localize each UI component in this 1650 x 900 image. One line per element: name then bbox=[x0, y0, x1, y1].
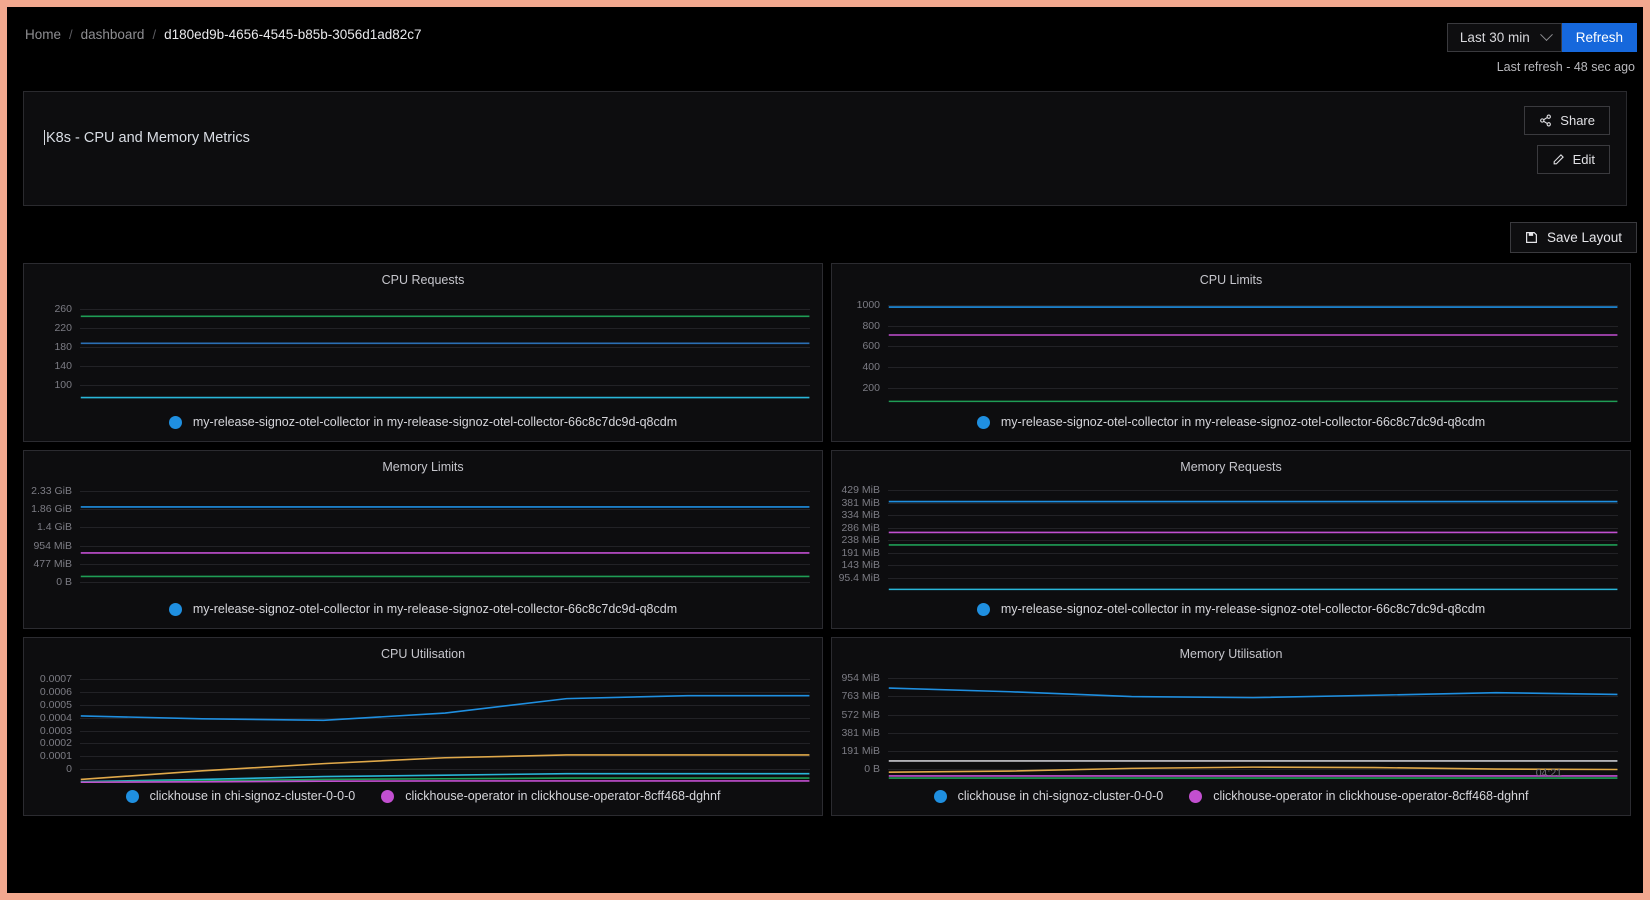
panel-memory-requests: Memory Requests 429 MiB 381 MiB 334 MiB 286 … bbox=[831, 450, 1631, 629]
plot-area[interactable]: 954 MiB 763 MiB 572 MiB 381 MiB 191 MiB 0 B 04… bbox=[832, 665, 1622, 779]
breadcrumb-dashboard-id[interactable]: d180ed9b-4656-4545-b85b-3056d1ad82c7 bbox=[164, 27, 421, 42]
dashboard-title-text: K8s - CPU and Memory Metrics bbox=[46, 130, 250, 146]
series-line bbox=[81, 696, 810, 721]
plot-area[interactable]: 429 MiB 381 MiB 334 MiB 286 MiB 238 MiB 191 M… bbox=[832, 478, 1622, 590]
breadcrumb-dashboard[interactable]: dashboard bbox=[81, 27, 145, 42]
refresh-button[interactable]: Refresh bbox=[1561, 23, 1637, 52]
share-button[interactable]: Share bbox=[1524, 106, 1610, 135]
series-lines bbox=[24, 478, 814, 604]
legend-color-dot bbox=[381, 789, 395, 803]
series-line bbox=[81, 781, 810, 782]
time-range-value: Last 30 min bbox=[1459, 30, 1530, 45]
dashboard-page: Home / dashboard / d180ed9b-4656-4545-b8… bbox=[7, 7, 1643, 893]
series-lines bbox=[24, 291, 814, 417]
legend-color-dot bbox=[976, 415, 990, 429]
header-controls: Last 30 min Refresh Last refresh - 48 se… bbox=[1446, 23, 1637, 74]
edit-button-label: Edit bbox=[1572, 152, 1595, 167]
dashboard-actions: Share Edit bbox=[1524, 106, 1610, 174]
plot-area[interactable]: 1000 800 600 400 200 bbox=[832, 291, 1622, 403]
share-button-label: Share bbox=[1560, 113, 1595, 128]
x-axis-tick-label: 04:21 bbox=[1535, 767, 1562, 779]
time-range-select[interactable]: Last 30 min bbox=[1446, 23, 1562, 52]
pencil-icon bbox=[1553, 154, 1564, 165]
dashboard-title-card: K8s - CPU and Memory Metrics Share Edit bbox=[23, 91, 1627, 206]
legend-color-dot bbox=[168, 602, 182, 616]
chevron-down-icon bbox=[1539, 28, 1553, 42]
panel-title: Memory Utilisation bbox=[1179, 647, 1283, 661]
save-layout-label: Save Layout bbox=[1546, 230, 1622, 245]
panel-cpu-requests: CPU Requests 260 220 180 140 100 my-release-si… bbox=[23, 263, 823, 442]
series-lines bbox=[832, 291, 1622, 417]
legend-color-dot bbox=[125, 789, 139, 803]
top-bar: Home / dashboard / d180ed9b-4656-4545-b8… bbox=[7, 7, 1643, 74]
panel-grid: CPU Requests 260 220 180 140 100 my-release-si… bbox=[7, 253, 1643, 816]
panel-title: CPU Requests bbox=[381, 273, 465, 287]
floppy-disk-icon bbox=[1525, 232, 1537, 243]
plot-area[interactable]: 260 220 180 140 100 bbox=[24, 291, 814, 403]
panel-title: CPU Limits bbox=[1199, 273, 1263, 287]
legend-color-dot bbox=[976, 602, 990, 616]
series-lines bbox=[832, 478, 1622, 604]
legend-color-dot bbox=[168, 415, 182, 429]
panel-title: CPU Utilisation bbox=[380, 647, 466, 661]
panel-cpu-limits: CPU Limits 1000 800 600 400 200 my-release-sig… bbox=[831, 263, 1631, 442]
series-lines bbox=[24, 665, 814, 791]
plot-area[interactable]: 0.0007 0.0006 0.0005 0.0004 0.0003 0.0002 0.00… bbox=[24, 665, 814, 777]
breadcrumb-separator: / bbox=[69, 27, 73, 42]
series-lines bbox=[832, 665, 1622, 791]
breadcrumb-separator: / bbox=[152, 27, 157, 42]
text-caret bbox=[44, 130, 45, 145]
series-line bbox=[889, 688, 1618, 698]
save-layout-row: Save Layout bbox=[7, 206, 1643, 253]
share-icon bbox=[1540, 114, 1552, 127]
panel-memory-limits: Memory Limits 2.33 GiB 1.86 GiB 1.4 GiB 954 … bbox=[23, 450, 823, 629]
breadcrumb-home[interactable]: Home bbox=[25, 27, 61, 42]
legend-color-dot bbox=[933, 789, 947, 803]
panel-title: Memory Requests bbox=[1180, 460, 1282, 474]
breadcrumb: Home / dashboard / d180ed9b-4656-4545-b8… bbox=[25, 27, 422, 42]
dashboard-title[interactable]: K8s - CPU and Memory Metrics bbox=[44, 130, 250, 146]
save-layout-button[interactable]: Save Layout bbox=[1509, 222, 1637, 253]
panel-title: Memory Limits bbox=[382, 460, 464, 474]
last-refresh-text: Last refresh - 48 sec ago bbox=[1496, 60, 1635, 74]
legend-color-dot bbox=[1189, 789, 1203, 803]
panel-cpu-utilisation: CPU Utilisation 0.0007 0.0006 0.0005 0.0004 0… bbox=[23, 637, 823, 816]
series-line bbox=[889, 767, 1618, 772]
edit-button[interactable]: Edit bbox=[1536, 145, 1610, 174]
panel-memory-utilisation: Memory Utilisation 954 MiB 763 MiB 572 MiB 3… bbox=[831, 637, 1631, 816]
plot-area[interactable]: 2.33 GiB 1.86 GiB 1.4 GiB 954 MiB 477 MiB 0 B bbox=[24, 478, 814, 590]
